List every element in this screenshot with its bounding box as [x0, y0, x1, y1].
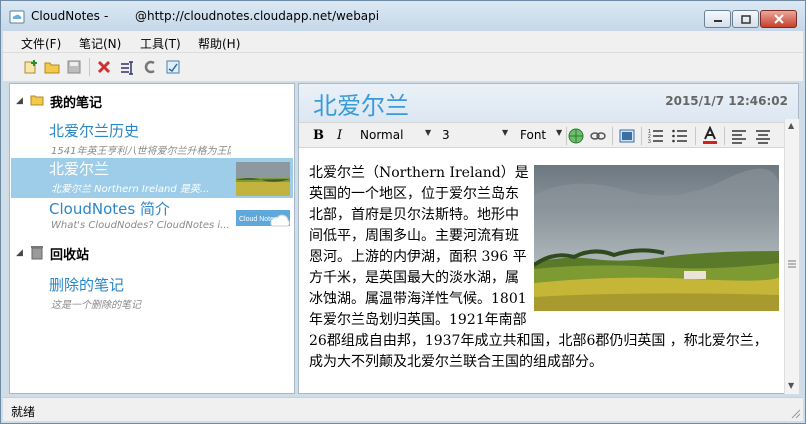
note-item[interactable]: CloudNotes 简介 What's CloudNodes? CloudNo…: [11, 198, 293, 238]
format-separator: [612, 127, 613, 145]
note-item-deleted[interactable]: 删除的笔记 这是一个删除的笔记: [11, 274, 293, 314]
folder-my-notes[interactable]: 我的笔记: [50, 92, 102, 111]
note-subtitle: What's CloudNodes? CloudNotes i...: [51, 220, 230, 231]
font-color-icon[interactable]: [701, 126, 719, 146]
close-icon: [773, 14, 784, 24]
bold-button[interactable]: B: [313, 128, 324, 143]
note-title: 删除的笔记: [49, 276, 125, 294]
new-note-icon[interactable]: [23, 59, 39, 75]
remove-link-icon[interactable]: [589, 127, 607, 145]
svg-text:3: 3: [648, 139, 651, 145]
cloudnotes-thumbnail-icon: Cloud Notes: [236, 202, 290, 236]
maximize-icon: [740, 14, 751, 24]
note-item-selected[interactable]: 北爱尔兰 北爱尔兰 Northern Ireland 是英...: [11, 158, 293, 198]
bullet-list-icon[interactable]: [671, 127, 689, 145]
note-thumbnail-landscape: [236, 162, 290, 196]
toolbar-separator: [89, 58, 90, 76]
resize-grip-icon[interactable]: [789, 407, 801, 419]
note-content[interactable]: 北爱尔兰（Northern Ireland）是英国的一个地区，位于爱尔兰岛东北部…: [309, 163, 779, 383]
note-subtitle: 1541年英王亨利八世将爱尔兰升格为王国,并...: [51, 146, 231, 157]
note-subtitle: 这是一个删除的笔记: [51, 300, 141, 311]
italic-button[interactable]: I: [337, 128, 342, 143]
note-header: 北爱尔兰 2015/1/7 12:46:02: [299, 84, 798, 122]
vertical-scrollbar[interactable]: ▲ ▼: [784, 119, 799, 394]
note-date: 2015/1/7 12:46:02: [665, 94, 788, 108]
save-icon[interactable]: [66, 59, 82, 75]
size-select[interactable]: 3: [441, 127, 507, 145]
chevron-down-icon[interactable]: ▼: [502, 128, 508, 137]
note-subtitle: 北爱尔兰 Northern Ireland 是英...: [51, 184, 210, 195]
note-title: 北爱尔兰: [49, 160, 110, 178]
app-window: CloudNotes - @http://cloudnotes.cloudapp…: [0, 0, 806, 424]
sync-icon[interactable]: [165, 59, 181, 75]
format-separator: [695, 127, 696, 145]
numbered-list-icon[interactable]: 1 2 3: [647, 127, 665, 145]
main-toolbar: [3, 53, 803, 81]
insert-image-icon[interactable]: [618, 127, 636, 145]
folder-icon: [30, 95, 44, 106]
font-select[interactable]: Font: [519, 127, 559, 145]
minimize-button[interactable]: [704, 10, 731, 28]
menu-bar: 文件(F) 笔记(N) 工具(T) 帮助(H): [3, 31, 803, 53]
thumb-label: Cloud Notes: [239, 216, 278, 223]
trash-icon: [31, 246, 43, 260]
format-separator: [724, 127, 725, 145]
menu-help[interactable]: 帮助(H): [198, 35, 240, 52]
open-folder-icon[interactable]: [44, 59, 60, 75]
title-bar: CloudNotes - @http://cloudnotes.cloudapp…: [1, 1, 805, 31]
note-item[interactable]: 北爱尔兰历史 1541年英王亨利八世将爱尔兰升格为王国,并...: [11, 120, 293, 160]
scroll-grip-icon[interactable]: [787, 259, 797, 269]
title-separator: -: [104, 9, 109, 23]
maximize-button[interactable]: [732, 10, 759, 28]
cloudnotes-app-icon: [9, 10, 25, 24]
style-select[interactable]: Normal: [359, 127, 431, 145]
expand-toggle-icon[interactable]: ◢: [16, 248, 23, 258]
scroll-up-icon[interactable]: ▲: [788, 121, 794, 130]
northern-ireland-landscape-photo: [534, 165, 779, 311]
format-separator: [641, 127, 642, 145]
minimize-icon: [713, 20, 722, 22]
status-text: 就绪: [11, 405, 36, 419]
align-center-icon[interactable]: [754, 127, 772, 145]
folder-recycle-bin[interactable]: 回收站: [50, 244, 89, 263]
rename-icon[interactable]: [119, 59, 135, 75]
menu-file[interactable]: 文件(F): [21, 35, 61, 52]
notes-tree-panel: ◢ 我的笔记 北爱尔兰历史 1541年英王亨利八世将爱尔兰升格为王国,并... …: [9, 83, 295, 394]
close-button[interactable]: [760, 10, 797, 28]
note-title: CloudNotes 简介: [49, 200, 170, 218]
delete-icon[interactable]: [96, 59, 112, 75]
window-url: @http://cloudnotes.cloudapp.net/webapi: [135, 9, 380, 23]
align-left-icon[interactable]: [730, 127, 748, 145]
expand-toggle-icon[interactable]: ◢: [16, 96, 23, 106]
note-editor-panel: 北爱尔兰 2015/1/7 12:46:02 B I Normal ▼ 3 ▼ …: [298, 83, 799, 394]
status-bar: 就绪: [3, 397, 803, 421]
chevron-down-icon[interactable]: ▼: [556, 128, 562, 137]
window-title: CloudNotes: [31, 9, 100, 23]
note-heading: 北爱尔兰: [313, 92, 409, 120]
note-title: 北爱尔兰历史: [49, 122, 140, 140]
menu-note[interactable]: 笔记(N): [79, 35, 121, 52]
insert-link-globe-icon[interactable]: [567, 127, 585, 145]
chevron-down-icon[interactable]: ▼: [425, 128, 431, 137]
scroll-down-icon[interactable]: ▼: [788, 381, 794, 390]
undo-icon[interactable]: [142, 59, 158, 75]
format-toolbar: B I Normal ▼ 3 ▼ Font ▼ 1 2 3: [299, 122, 798, 148]
menu-tools[interactable]: 工具(T): [140, 35, 181, 52]
